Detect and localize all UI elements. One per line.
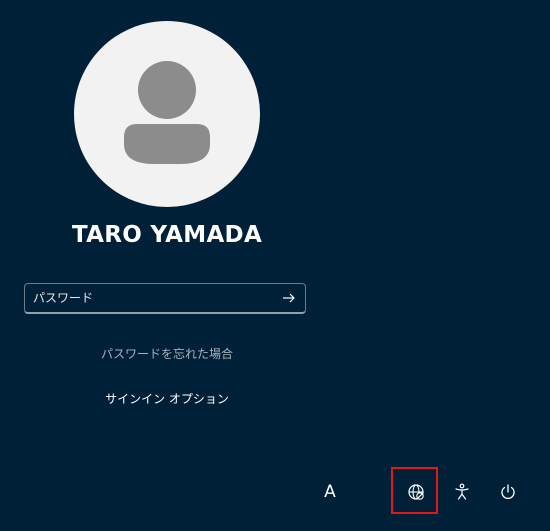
arrow-right-icon (283, 293, 295, 303)
power-button[interactable] (494, 478, 522, 506)
globe-network-icon (408, 484, 424, 500)
language-button[interactable]: A (316, 478, 344, 506)
signin-options-link[interactable]: サインイン オプション (0, 390, 334, 407)
accessibility-button[interactable] (448, 478, 476, 506)
power-icon (501, 484, 515, 499)
user-avatar-icon (124, 61, 210, 164)
submit-button[interactable] (279, 288, 299, 308)
password-input[interactable] (33, 284, 273, 312)
accessibility-icon (455, 483, 469, 500)
user-avatar (74, 21, 260, 207)
password-field[interactable] (24, 283, 306, 314)
forgot-password-link[interactable]: パスワードを忘れた場合 (0, 345, 334, 362)
user-name: TARO YAMADA (71, 222, 263, 248)
network-button[interactable] (402, 478, 430, 506)
